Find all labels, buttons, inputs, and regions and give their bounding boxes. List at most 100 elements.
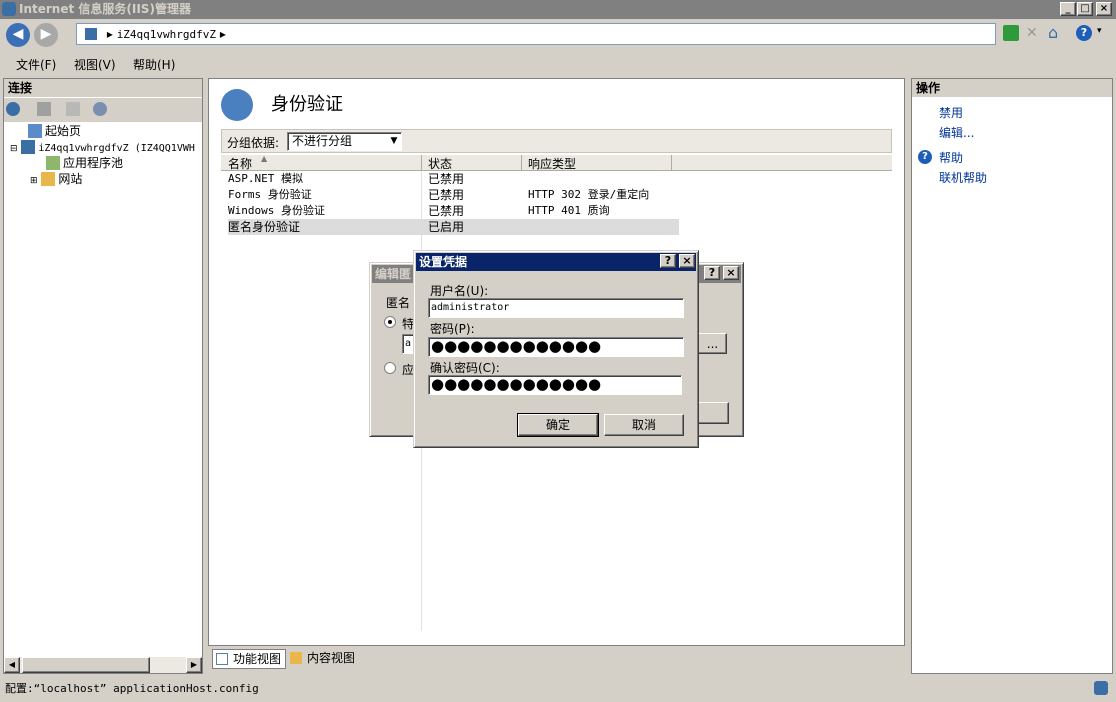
action-help[interactable]: 帮助	[939, 149, 963, 166]
tree-label: 起始页	[45, 124, 82, 138]
help-icon[interactable]: ?	[1076, 25, 1092, 41]
list-item[interactable]: Forms 身份验证 已禁用 HTTP 302 登录/重定向	[228, 187, 691, 203]
window-title: Internet 信息服务(IIS)管理器	[19, 2, 191, 16]
cancel-button[interactable]: 取消	[604, 414, 684, 436]
column-header-status[interactable]: 状态	[421, 155, 452, 171]
group-bar: 分组依据: 不进行分组 ▼	[221, 129, 892, 153]
app-pool-icon	[46, 156, 60, 170]
actions-panel: 操作 禁用 编辑... ? 帮助 联机帮助	[911, 78, 1113, 674]
password-input[interactable]: ●●●●●●●●●●●●●	[428, 337, 684, 357]
list-header: 名称 ▲ 状态 响应类型	[221, 154, 892, 172]
expand-icon[interactable]: ⊞	[30, 176, 38, 186]
connect-icon[interactable]	[6, 102, 20, 116]
row-status: 已禁用	[428, 188, 465, 202]
row-response: HTTP 302 登录/重定向	[528, 188, 650, 201]
save-icon[interactable]	[37, 102, 51, 116]
connections-panel: 连接 起始页 ⊟ iZ4qq1vwhrgdfvZ (IZ4QQ1VWH 应用程序…	[3, 78, 203, 674]
menu-view[interactable]: 视图(V)	[74, 56, 116, 73]
radio-app-pool-identity[interactable]	[384, 362, 396, 374]
row-status: 已禁用	[428, 172, 465, 186]
row-name: ASP.NET 模拟	[228, 172, 303, 185]
minimize-button[interactable]: _	[1060, 2, 1076, 16]
home-icon[interactable]: ⌂	[1048, 24, 1066, 42]
confirm-password-label: 确认密码(C):	[430, 361, 500, 375]
help-button[interactable]: ?	[704, 266, 720, 280]
horizontal-scrollbar[interactable]: ◀ ▶	[4, 657, 202, 673]
scroll-left-icon[interactable]: ◀	[4, 657, 20, 673]
scroll-right-icon[interactable]: ▶	[186, 657, 202, 673]
list-item[interactable]: ASP.NET 模拟 已禁用	[228, 171, 691, 187]
iis-app-icon	[2, 2, 16, 16]
content-view-icon	[290, 652, 302, 664]
menu-help[interactable]: 帮助(H)	[133, 56, 175, 73]
list-item[interactable]: Windows 身份验证 已禁用 HTTP 401 质询	[228, 203, 691, 219]
close-button[interactable]: ×	[1096, 2, 1112, 16]
back-button[interactable]: ◀	[6, 23, 30, 47]
start-page-icon	[28, 124, 42, 138]
connections-title: 连接	[4, 79, 202, 97]
maximize-button[interactable]: □	[1077, 2, 1093, 16]
sites-icon	[41, 172, 56, 186]
address-bar[interactable]: ▸ iZ4qq1vwhrgdfvZ ▸	[76, 23, 996, 45]
disconnect-icon[interactable]	[93, 102, 107, 116]
help-button[interactable]: ?	[660, 254, 676, 268]
edit-dialog-button[interactable]	[698, 402, 729, 424]
group-select-value: 不进行分组	[292, 134, 353, 148]
row-name: Forms 身份验证	[228, 188, 312, 201]
column-divider	[671, 155, 672, 171]
ok-button[interactable]: 确定	[517, 413, 599, 437]
close-button[interactable]: ×	[723, 266, 739, 280]
chevron-right-icon: ▸	[106, 27, 113, 41]
username-input[interactable]: administrator	[428, 298, 684, 318]
password-label: 密码(P):	[430, 322, 475, 336]
set-credentials-dialog: 设置凭据 ? × 用户名(U): administrator 密码(P): ●●…	[413, 250, 699, 448]
group-select[interactable]: 不进行分组 ▼	[287, 132, 402, 151]
forward-button[interactable]: ▶	[34, 23, 58, 47]
collapse-icon[interactable]: ⊟	[10, 144, 18, 154]
address-path: iZ4qq1vwhrgdfvZ	[116, 28, 217, 41]
tree-item-server[interactable]: ⊟ iZ4qq1vwhrgdfvZ (IZ4QQ1VWH	[10, 139, 195, 155]
row-status: 已启用	[428, 220, 465, 234]
tree-label: 应用程序池	[63, 156, 124, 170]
menu-file[interactable]: 文件(F)	[16, 56, 56, 73]
help-icon: ?	[918, 150, 932, 164]
radio-specific-user[interactable]	[384, 316, 396, 328]
stop-icon[interactable]: ✕	[1026, 25, 1042, 41]
page-title: 身份验证	[271, 94, 343, 115]
action-disable[interactable]: 禁用	[939, 104, 963, 121]
server-icon	[21, 140, 36, 154]
action-edit[interactable]: 编辑...	[939, 124, 974, 141]
radio-dot	[388, 320, 392, 324]
up-icon[interactable]	[66, 102, 80, 116]
column-header-response[interactable]: 响应类型	[521, 155, 576, 171]
scroll-thumb[interactable]	[22, 657, 150, 673]
window-title-bar: Internet 信息服务(IIS)管理器 _ □ ×	[0, 0, 1116, 19]
list-item-selected[interactable]: 匿名身份验证 已启用	[228, 219, 679, 235]
refresh-icon[interactable]	[1003, 25, 1019, 41]
tab-label: 功能视图	[233, 652, 282, 666]
tree-item-sites[interactable]: ⊞ 网站	[30, 171, 82, 187]
features-view-icon	[216, 653, 228, 665]
close-button[interactable]: ×	[679, 254, 695, 268]
dialog-title: 设置凭据	[416, 253, 696, 271]
tab-content-view[interactable]: 内容视图	[290, 649, 364, 669]
tree-label: 网站	[58, 172, 83, 186]
server-icon	[1094, 681, 1108, 695]
confirm-password-input[interactable]: ●●●●●●●●●●●●●	[428, 375, 682, 395]
actions-title: 操作	[912, 79, 1112, 97]
authentication-icon	[221, 89, 253, 121]
edit-dialog-label: 匿名	[386, 296, 411, 310]
tree-item-start-page[interactable]: 起始页	[28, 123, 81, 139]
chevron-down-icon[interactable]: ▼	[388, 133, 400, 150]
row-name: Windows 身份验证	[228, 204, 325, 217]
menu-bar: 文件(F) 视图(V) 帮助(H)	[0, 54, 1116, 74]
server-icon	[85, 28, 97, 40]
tab-features-view[interactable]: 功能视图	[212, 649, 286, 669]
tree-item-app-pools[interactable]: 应用程序池	[46, 155, 123, 171]
column-header-name[interactable]: 名称	[228, 155, 252, 172]
row-response: HTTP 401 质询	[528, 204, 610, 217]
status-bar: 配置:“localhost” applicationHost.config	[0, 677, 1116, 701]
set-button[interactable]: ...	[698, 333, 727, 354]
action-online-help[interactable]: 联机帮助	[939, 169, 987, 186]
chevron-down-icon[interactable]: ▾	[1097, 26, 1102, 36]
